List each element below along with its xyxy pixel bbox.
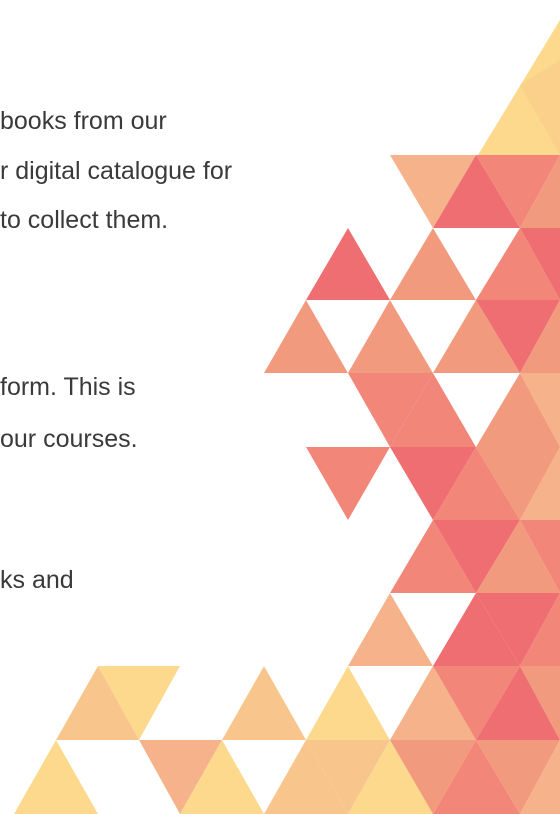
triangle-mosaic-decoration [14,20,560,814]
triangle-shape [222,666,306,740]
document-page: books from our r digital catalogue for t… [0,0,560,814]
triangle-shape [306,447,390,520]
triangle-shape [14,740,98,814]
triangle-shape [306,228,390,300]
